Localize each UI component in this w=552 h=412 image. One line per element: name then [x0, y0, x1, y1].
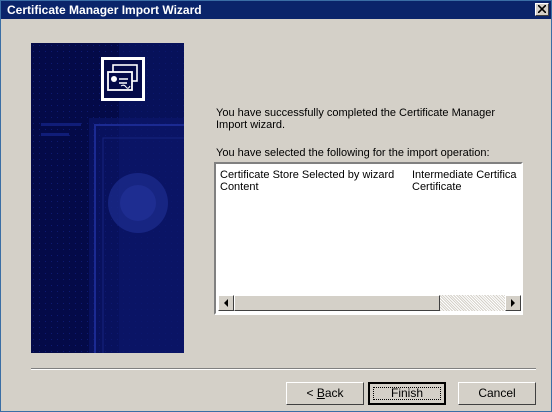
selection-label: You have selected the following for the … — [216, 147, 490, 159]
title-bar[interactable]: Certificate Manager Import Wizard — [1, 1, 551, 19]
scroll-right-button[interactable] — [505, 295, 521, 311]
summary-list[interactable]: Certificate Store Selected by wizard Int… — [214, 162, 523, 315]
back-label: < Back — [306, 386, 344, 400]
summary-setting: Certificate Store Selected by wizard — [220, 169, 395, 181]
horizontal-scrollbar[interactable] — [218, 295, 521, 311]
summary-value: Certificate — [412, 181, 462, 193]
scroll-left-button[interactable] — [218, 295, 234, 311]
window-title: Certificate Manager Import Wizard — [7, 3, 202, 17]
finish-label: Finish — [390, 386, 423, 400]
arrow-right-icon — [511, 299, 515, 307]
back-mnemonic: B — [316, 386, 325, 400]
close-button[interactable] — [535, 3, 549, 16]
certificate-icon — [101, 57, 145, 101]
arrow-left-icon — [224, 299, 228, 307]
close-icon — [538, 5, 546, 13]
summary-value: Intermediate Certifica — [412, 169, 517, 181]
back-button[interactable]: < Back — [286, 382, 364, 405]
cancel-button[interactable]: Cancel — [458, 382, 536, 405]
finish-button[interactable]: Finish — [368, 382, 446, 405]
summary-setting: Content — [220, 181, 259, 193]
cancel-label: Cancel — [478, 386, 516, 400]
wizard-window: Certificate Manager Import Wizard You ha… — [0, 0, 552, 412]
separator — [31, 368, 536, 370]
completion-message: You have successfully completed the Cert… — [216, 107, 496, 131]
scroll-thumb[interactable] — [234, 295, 440, 311]
